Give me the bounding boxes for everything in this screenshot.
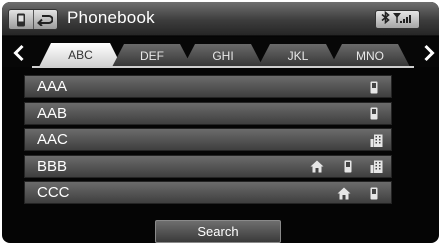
home-icon — [310, 160, 324, 174]
mobile-icon — [341, 160, 355, 174]
contact-name: CCC — [37, 184, 70, 201]
tab-ghi[interactable]: GHI — [183, 44, 263, 67]
tab-def[interactable]: DEF — [112, 44, 192, 67]
work-icon — [369, 160, 383, 174]
contact-list: AAA AAB AAC BBB CCC — [24, 75, 392, 208]
chevron-right-icon[interactable] — [418, 41, 439, 65]
contact-name: BBB — [37, 157, 68, 175]
tab-underline — [32, 66, 414, 68]
phonebook-screen: Phonebook ABC DEF GHI JKL MNO AAA AAB AA… — [2, 2, 439, 243]
contact-name: AAB — [37, 104, 68, 122]
phone-icon[interactable] — [9, 10, 34, 29]
chevron-left-icon[interactable] — [8, 41, 30, 65]
mobile-icon — [367, 186, 381, 200]
tab-bar: ABC DEF GHI JKL MNO — [2, 37, 439, 67]
tab-jkl[interactable]: JKL — [258, 44, 338, 67]
home-icon — [337, 186, 351, 200]
work-icon — [369, 133, 383, 147]
contact-row-bbb[interactable]: BBB — [24, 154, 392, 178]
tab-mno[interactable]: MNO — [330, 44, 410, 67]
back-icon[interactable] — [34, 10, 58, 29]
page-title: Phonebook — [67, 8, 155, 27]
contact-row-aaa[interactable]: AAA — [24, 75, 392, 98]
mobile-icon — [367, 80, 381, 94]
status-indicator — [375, 10, 420, 29]
search-button[interactable]: Search — [155, 220, 281, 243]
contact-name: AAA — [37, 78, 68, 95]
contact-row-ccc[interactable]: CCC — [24, 181, 392, 204]
header-bar: Phonebook — [2, 2, 439, 36]
bluetooth-icon — [381, 10, 390, 29]
header-icon-group[interactable] — [8, 9, 58, 30]
contact-row-aab[interactable]: AAB — [24, 101, 392, 125]
contact-name: AAC — [37, 131, 68, 148]
tab-abc[interactable]: ABC — [39, 43, 122, 67]
signal-strength-icon — [392, 11, 414, 29]
mobile-icon — [367, 107, 381, 121]
contact-row-aac[interactable]: AAC — [24, 128, 392, 151]
